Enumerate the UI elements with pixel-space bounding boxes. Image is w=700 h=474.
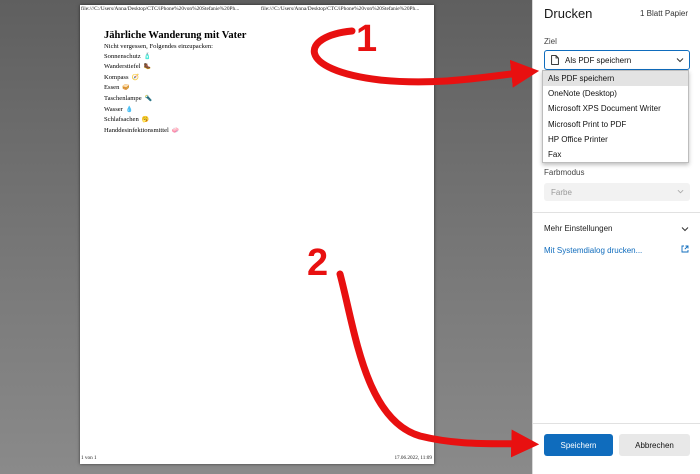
emoji-icon: 💧 — [125, 106, 134, 113]
destination-option[interactable]: Microsoft XPS Document Writer — [543, 101, 688, 116]
destination-dropdown-list: Als PDF speichern OneNote (Desktop) Micros… — [542, 70, 689, 163]
chevron-down-icon[interactable] — [681, 225, 689, 233]
line-text: Sonnenschutz — [104, 52, 141, 60]
sheet-count: 1 Blatt Papier — [639, 9, 688, 18]
destination-option[interactable]: HP Office Printer — [543, 132, 688, 147]
print-preview-area: file:///C:/Users/Anna/Desktop/CTC/iPhone… — [0, 0, 532, 474]
document-title: Jährliche Wanderung mit Vater — [104, 30, 247, 41]
line-text: Nicht vergessen, Folgendes einzupacken: — [104, 43, 214, 50]
system-dialog-link[interactable]: Mit Systemdialog drucken... — [544, 246, 642, 255]
divider — [533, 423, 700, 424]
document-body: Nicht vergessen, Folgendes einzupacken: S… — [104, 42, 213, 136]
emoji-icon: 🥱 — [141, 117, 150, 124]
destination-option[interactable]: Als PDF speichern — [543, 71, 688, 87]
page-footer-left: 1 von 1 — [81, 455, 97, 461]
color-mode-label: Farbmodus — [544, 168, 585, 177]
emoji-icon: 🧼 — [171, 127, 180, 134]
preview-page: file:///C:/Users/Anna/Desktop/CTC/iPhone… — [80, 5, 434, 464]
line-text: Schlafsachen — [104, 116, 139, 124]
document-icon — [551, 55, 559, 65]
destination-select[interactable]: Als PDF speichern — [544, 50, 690, 70]
line-text: Essen — [104, 84, 120, 92]
document-line: Taschenlampe 🔦 — [104, 94, 213, 105]
destination-label: Ziel — [544, 37, 557, 46]
destination-option[interactable]: OneNote (Desktop) — [543, 86, 688, 101]
page-footer-right: 17.06.2022, 11:09 — [394, 455, 432, 461]
color-mode-select[interactable]: Farbe — [544, 183, 690, 201]
emoji-icon: 🔦 — [144, 95, 153, 102]
more-settings-toggle[interactable]: Mehr Einstellungen — [544, 224, 612, 233]
document-line: Kompass 🧭 — [104, 73, 213, 84]
document-line: Nicht vergessen, Folgendes einzupacken: — [104, 42, 213, 52]
line-text: Kompass — [104, 73, 129, 81]
page-header-left: file:///C:/Users/Anna/Desktop/CTC/iPhone… — [81, 6, 240, 12]
document-line: Sonnenschutz 🧴 — [104, 52, 213, 63]
document-line: Wanderstiefel 🥾 — [104, 62, 213, 73]
document-line: Wasser 💧 — [104, 105, 213, 116]
line-text: Wanderstiefel — [104, 63, 141, 71]
page-header-right: file:///C:/Users/Anna/Desktop/CTC/iPhone… — [261, 6, 420, 12]
divider — [533, 212, 700, 213]
document-line: Essen 🥪 — [104, 83, 213, 94]
external-link-icon[interactable] — [681, 245, 689, 253]
color-mode-value: Farbe — [551, 187, 572, 197]
line-text: Taschenlampe — [104, 94, 142, 102]
chevron-down-icon — [677, 189, 684, 194]
emoji-icon: 🧴 — [143, 53, 152, 60]
destination-value: Als PDF speichern — [565, 55, 632, 65]
emoji-icon: 🥪 — [122, 85, 130, 92]
emoji-icon: 🧭 — [131, 74, 140, 81]
emoji-icon: 🥾 — [143, 64, 151, 71]
save-button[interactable]: Speichern — [544, 434, 613, 456]
document-line: Schlafsachen 🥱 — [104, 115, 213, 126]
destination-option[interactable]: Fax — [543, 147, 688, 162]
chevron-down-icon — [676, 58, 684, 63]
document-line: Handdesinfektionsmittel 🧼 — [104, 126, 213, 137]
line-text: Handdesinfektionsmittel — [104, 126, 169, 134]
panel-title: Drucken — [544, 6, 593, 21]
destination-option[interactable]: Microsoft Print to PDF — [543, 117, 688, 132]
line-text: Wasser — [104, 105, 123, 113]
cancel-button[interactable]: Abbrechen — [619, 434, 690, 456]
